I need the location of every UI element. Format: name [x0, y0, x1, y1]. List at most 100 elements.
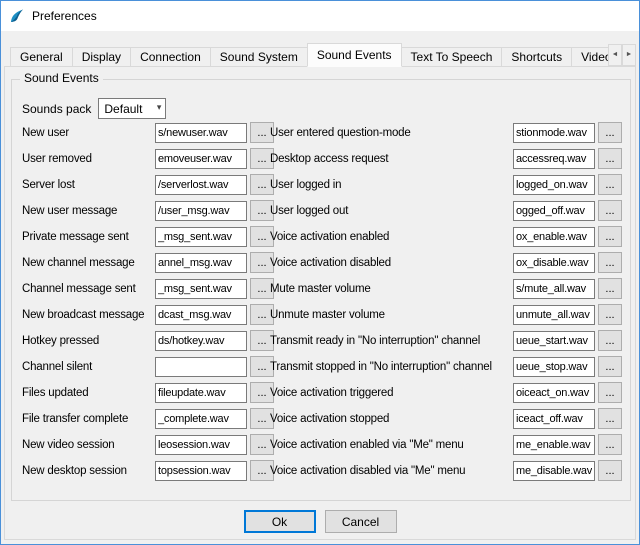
tab-scroll-buttons: ◄ ►	[608, 44, 636, 66]
browse-button[interactable]: ...	[598, 434, 622, 455]
table-row: Voice activation disabled...	[270, 252, 622, 273]
sound-file-input[interactable]	[513, 149, 595, 169]
sound-file-input[interactable]	[513, 279, 595, 299]
table-row: Voice activation disabled via "Me" menu.…	[270, 460, 622, 481]
sound-file-input[interactable]	[513, 435, 595, 455]
browse-button[interactable]: ...	[598, 408, 622, 429]
tab-connection[interactable]: Connection	[130, 47, 211, 67]
table-row: Voice activation enabled...	[270, 226, 622, 247]
table-row: Voice activation enabled via "Me" menu..…	[270, 434, 622, 455]
sound-file-input[interactable]	[155, 357, 247, 377]
sounds-pack-select[interactable]: Default ▾	[98, 98, 166, 119]
sound-events-left-column: New user... User removed... Server lost.…	[22, 122, 274, 486]
browse-button[interactable]: ...	[598, 330, 622, 351]
sound-file-input[interactable]	[513, 383, 595, 403]
sound-event-label: User removed	[22, 153, 155, 165]
tab-text-to-speech[interactable]: Text To Speech	[401, 47, 503, 67]
browse-button[interactable]: ...	[598, 122, 622, 143]
sound-event-label: Voice activation stopped	[270, 413, 513, 425]
sounds-pack-label: Sounds pack	[22, 102, 91, 116]
sound-event-label: Voice activation triggered	[270, 387, 513, 399]
title-bar[interactable]: Preferences	[1, 1, 639, 31]
sound-file-input[interactable]	[155, 227, 247, 247]
sound-file-input[interactable]	[155, 175, 247, 195]
sound-event-label: Private message sent	[22, 231, 155, 243]
sound-file-input[interactable]	[155, 461, 247, 481]
tab-scroll-right-icon[interactable]: ►	[622, 44, 636, 66]
table-row: Desktop access request...	[270, 148, 622, 169]
tab-sound-system[interactable]: Sound System	[210, 47, 308, 67]
sound-event-label: User logged in	[270, 179, 513, 191]
table-row: File transfer complete...	[22, 408, 274, 429]
sound-event-label: New video session	[22, 439, 155, 451]
tab-shortcuts[interactable]: Shortcuts	[501, 47, 572, 67]
tab-display[interactable]: Display	[72, 47, 131, 67]
sound-file-input[interactable]	[513, 201, 595, 221]
table-row: Private message sent...	[22, 226, 274, 247]
sound-event-label: New user message	[22, 205, 155, 217]
sound-event-label: Files updated	[22, 387, 155, 399]
sound-file-input[interactable]	[155, 123, 247, 143]
window-title: Preferences	[32, 9, 97, 23]
browse-button[interactable]: ...	[598, 226, 622, 247]
sound-file-input[interactable]	[513, 461, 595, 481]
sound-event-label: Voice activation enabled via "Me" menu	[270, 439, 513, 451]
sound-event-label: Server lost	[22, 179, 155, 191]
sound-file-input[interactable]	[155, 435, 247, 455]
ok-button[interactable]: Ok	[244, 510, 316, 533]
table-row: User logged out...	[270, 200, 622, 221]
cancel-button[interactable]: Cancel	[325, 510, 397, 533]
sound-event-label: Transmit stopped in "No interruption" ch…	[270, 361, 513, 373]
sound-file-input[interactable]	[513, 409, 595, 429]
browse-button[interactable]: ...	[598, 382, 622, 403]
sound-events-right-column: User entered question-mode... Desktop ac…	[270, 122, 622, 486]
browse-button[interactable]: ...	[598, 356, 622, 377]
sound-file-input[interactable]	[513, 305, 595, 325]
sound-file-input[interactable]	[513, 357, 595, 377]
table-row: User entered question-mode...	[270, 122, 622, 143]
sound-file-input[interactable]	[155, 149, 247, 169]
sound-file-input[interactable]	[155, 383, 247, 403]
sound-file-input[interactable]	[513, 331, 595, 351]
table-row: New user message...	[22, 200, 274, 221]
browse-button[interactable]: ...	[598, 200, 622, 221]
table-row: Server lost...	[22, 174, 274, 195]
sound-file-input[interactable]	[155, 331, 247, 351]
table-row: Channel silent...	[22, 356, 274, 377]
table-row: New desktop session...	[22, 460, 274, 481]
browse-button[interactable]: ...	[598, 174, 622, 195]
tab-general[interactable]: General	[10, 47, 73, 67]
sound-event-label: Channel silent	[22, 361, 155, 373]
browse-button[interactable]: ...	[598, 304, 622, 325]
browse-button[interactable]: ...	[598, 460, 622, 481]
table-row: Transmit stopped in "No interruption" ch…	[270, 356, 622, 377]
table-row: New broadcast message...	[22, 304, 274, 325]
sound-file-input[interactable]	[155, 305, 247, 325]
groupbox-title: Sound Events	[20, 71, 103, 85]
tab-sound-events[interactable]: Sound Events	[307, 43, 402, 67]
sound-events-groupbox: Sound Events Sounds pack Default ▾ New u…	[11, 79, 631, 501]
sound-event-label: Hotkey pressed	[22, 335, 155, 347]
sound-file-input[interactable]	[155, 279, 247, 299]
dialog-footer: Ok Cancel	[5, 510, 635, 533]
sound-event-label: Voice activation disabled	[270, 257, 513, 269]
sound-file-input[interactable]	[513, 123, 595, 143]
sounds-pack-value: Default	[104, 102, 142, 116]
sound-event-label: Unmute master volume	[270, 309, 513, 321]
sound-file-input[interactable]	[155, 409, 247, 429]
table-row: Unmute master volume...	[270, 304, 622, 325]
tab-bar: General Display Connection Sound System …	[10, 43, 636, 67]
tab-scroll-left-icon[interactable]: ◄	[608, 44, 622, 66]
table-row: New channel message...	[22, 252, 274, 273]
sound-file-input[interactable]	[513, 227, 595, 247]
sound-event-label: User entered question-mode	[270, 127, 513, 139]
sound-event-label: New broadcast message	[22, 309, 155, 321]
browse-button[interactable]: ...	[598, 252, 622, 273]
sound-file-input[interactable]	[155, 253, 247, 273]
browse-button[interactable]: ...	[598, 148, 622, 169]
sound-file-input[interactable]	[513, 253, 595, 273]
tab-pane-sound-events: Sound Events Sounds pack Default ▾ New u…	[4, 66, 636, 540]
sound-file-input[interactable]	[155, 201, 247, 221]
browse-button[interactable]: ...	[598, 278, 622, 299]
sound-file-input[interactable]	[513, 175, 595, 195]
